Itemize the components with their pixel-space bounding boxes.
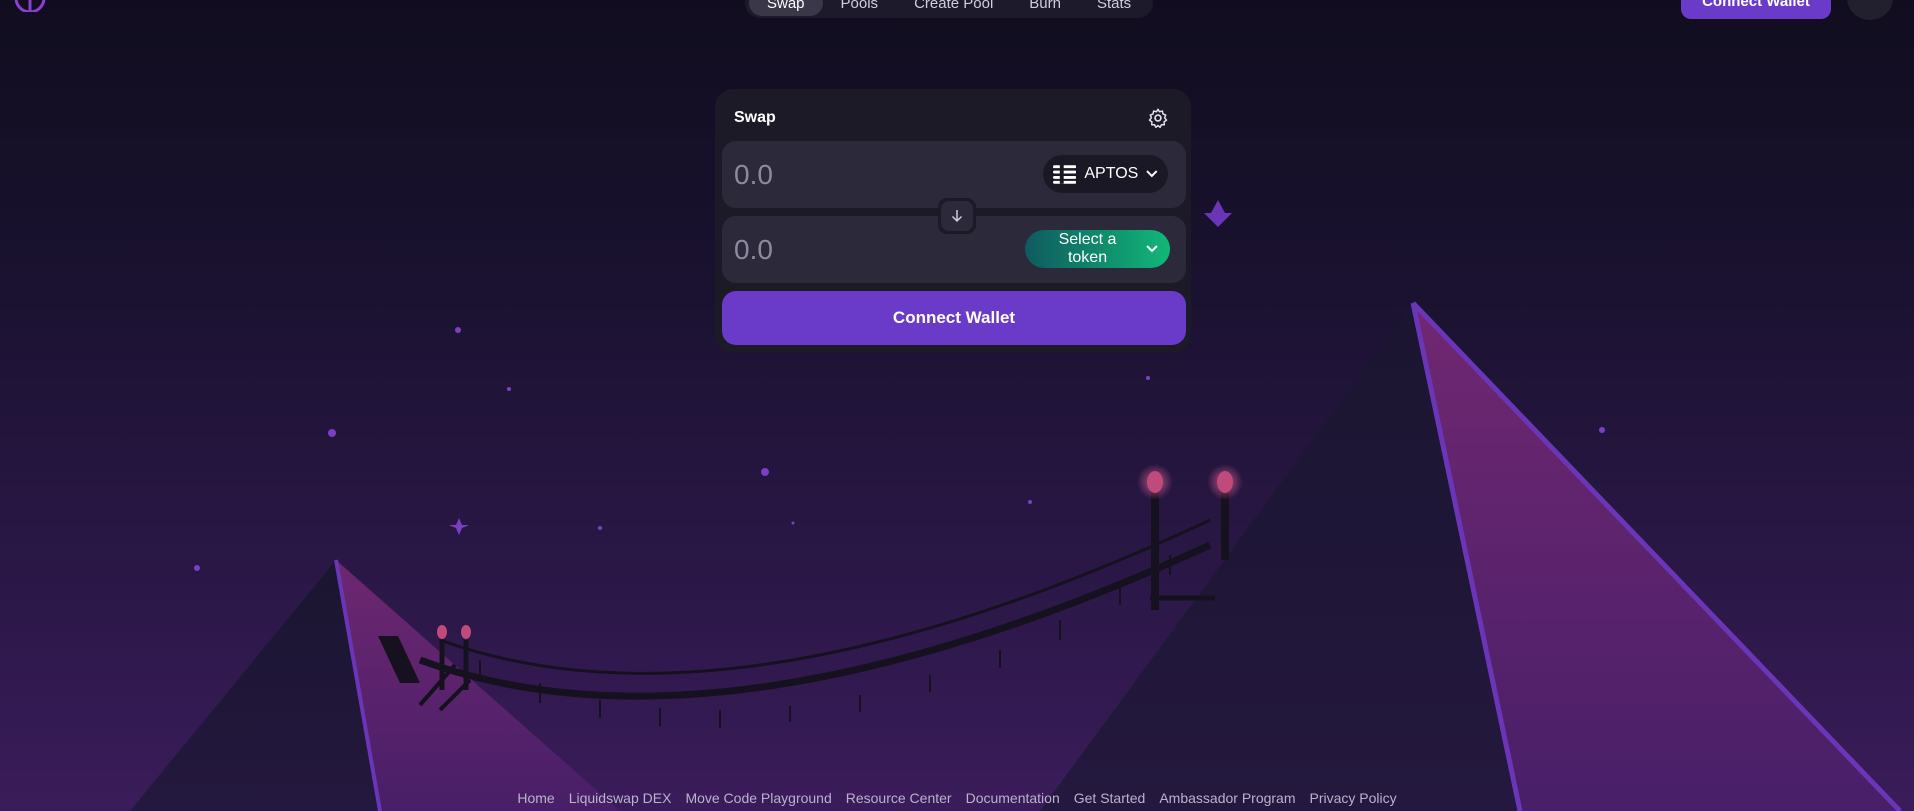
nav-tab-swap[interactable]: Swap (749, 0, 823, 16)
swap-card: Swap APTOS Sel (715, 89, 1191, 353)
nav-tab-stats[interactable]: Stats (1079, 0, 1149, 16)
footer-link-move-code-playground[interactable]: Move Code Playground (685, 790, 831, 806)
aptos-icon (1053, 164, 1077, 184)
header-connect-wallet-button[interactable]: Connect Wallet (1681, 0, 1831, 19)
footer-link-privacy-policy[interactable]: Privacy Policy (1310, 790, 1397, 806)
footer-links: Home Liquidswap DEX Move Code Playground… (0, 790, 1914, 806)
logo-icon[interactable] (12, 0, 48, 12)
footer-link-resource-center[interactable]: Resource Center (846, 790, 952, 806)
nav-tab-pools[interactable]: Pools (823, 0, 897, 16)
footer-link-home[interactable]: Home (517, 790, 554, 806)
select-token-label: Select a token (1058, 231, 1117, 266)
swap-direction-button[interactable] (938, 198, 976, 234)
nav-tab-create-pool[interactable]: Create Pool (896, 0, 1011, 16)
select-token-button[interactable]: Select a token (1025, 230, 1170, 268)
nav-tab-burn[interactable]: Burn (1011, 0, 1079, 16)
from-token-select-button[interactable]: APTOS (1043, 155, 1168, 193)
main-nav: Swap Pools Create Pool Burn Stats (745, 0, 1154, 18)
footer-link-ambassador-program[interactable]: Ambassador Program (1159, 790, 1295, 806)
arrow-down-icon (951, 210, 963, 223)
from-amount-input[interactable] (732, 149, 986, 201)
settings-gear-icon[interactable] (1147, 107, 1169, 129)
footer-link-get-started[interactable]: Get Started (1074, 790, 1146, 806)
footer-link-documentation[interactable]: Documentation (966, 790, 1060, 806)
chevron-down-icon (1146, 170, 1158, 178)
left-pyramid-lit (336, 560, 620, 811)
swap-title: Swap (734, 109, 776, 126)
chevron-down-icon (1146, 245, 1158, 253)
footer-link-liquidswap-dex[interactable]: Liquidswap DEX (569, 790, 672, 806)
from-token-label: APTOS (1084, 165, 1139, 182)
connect-wallet-button[interactable]: Connect Wallet (722, 291, 1186, 345)
